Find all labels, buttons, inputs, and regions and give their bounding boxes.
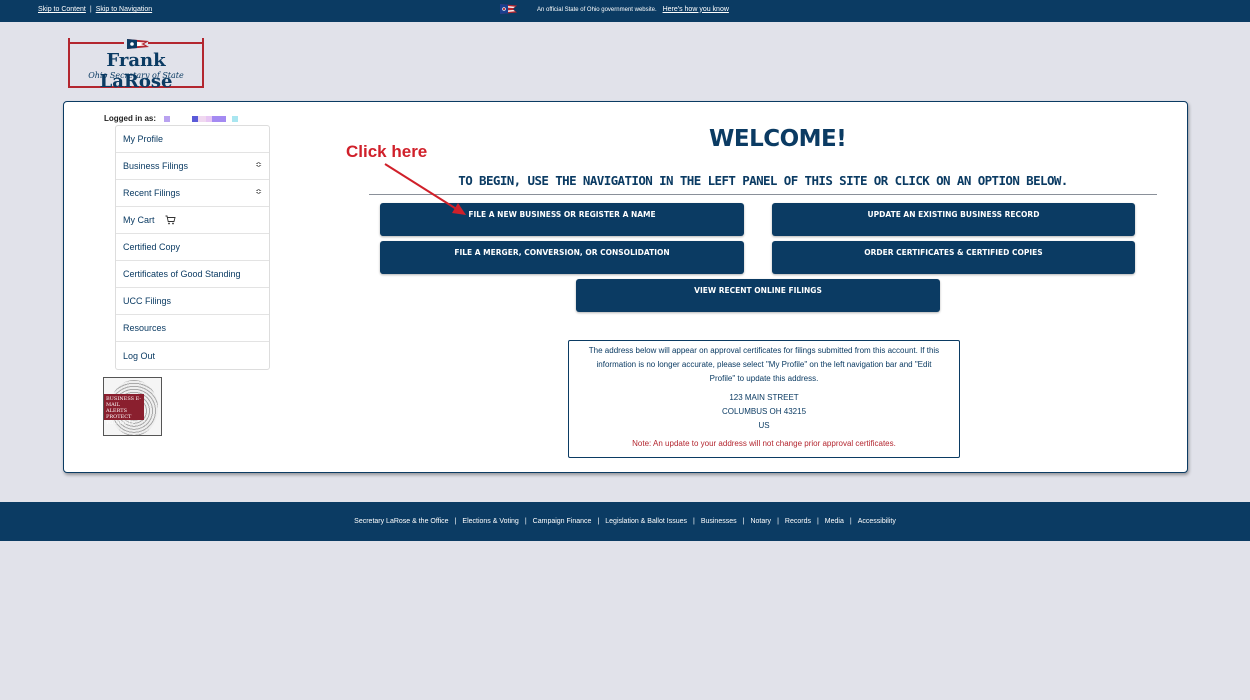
logo-border-line (68, 42, 124, 44)
address-street: 123 MAIN STREET (729, 393, 799, 402)
sidebar-nav: My Profile Business Filings ≎ Recent Fil… (115, 125, 270, 370)
sidebar-item-label: Certificates of Good Standing (123, 269, 241, 279)
button-label: FILE A MERGER, CONVERSION, OR CONSOLIDAT… (454, 248, 670, 257)
logo-border-line (148, 42, 204, 44)
sidebar-item-label: My Profile (123, 134, 164, 144)
sidebar-item-my-profile[interactable]: My Profile (116, 126, 269, 153)
footer-link-media[interactable]: Media (819, 518, 850, 525)
alerts-banner-text: BUSINESS E-MAIL ALERTS PROTECT YOURSELF (104, 394, 144, 426)
sidebar-item-label: Recent Filings (123, 188, 181, 198)
address-note: Note: An update to your address will not… (632, 439, 896, 448)
ohio-flag-icon (500, 4, 517, 14)
button-label: VIEW RECENT ONLINE FILINGS (694, 286, 822, 295)
order-certificates-button[interactable]: ORDER CERTIFICATES & CERTIFIED COPIES (772, 241, 1135, 274)
footer-link-campaign-finance[interactable]: Campaign Finance (527, 518, 598, 525)
expand-chevron-icon: ≎ (255, 187, 262, 196)
footer-link-notary[interactable]: Notary (744, 518, 777, 525)
sidebar-item-log-out[interactable]: Log Out (116, 342, 269, 369)
footer-link-legislation[interactable]: Legislation & Ballot Issues (599, 518, 693, 525)
sidebar-item-certified-copy[interactable]: Certified Copy (116, 234, 269, 261)
heres-how-you-know-link[interactable]: Here's how you know (663, 6, 729, 13)
footer-link-records[interactable]: Records (779, 518, 817, 525)
sidebar-item-label: Business Filings (123, 161, 189, 171)
footer: Secretary LaRose & the Office | Election… (0, 502, 1250, 541)
skip-separator: | (89, 6, 92, 13)
footer-links: Secretary LaRose & the Office | Election… (348, 518, 902, 525)
sidebar-item-label: Resources (123, 323, 167, 333)
redacted-username (164, 115, 238, 122)
official-text: An official State of Ohio government web… (537, 6, 657, 13)
update-business-record-button[interactable]: UPDATE AN EXISTING BUSINESS RECORD (772, 203, 1135, 236)
sidebar-item-recent-filings[interactable]: Recent Filings ≎ (116, 180, 269, 207)
secretary-of-state-logo[interactable]: Frank LaRose Ohio Secretary of State (68, 38, 204, 92)
skip-to-content-link[interactable]: Skip to Content (38, 6, 86, 13)
business-email-alerts-banner[interactable]: BUSINESS E-MAIL ALERTS PROTECT YOURSELF (103, 377, 162, 436)
button-label: FILE A NEW BUSINESS OR REGISTER A NAME (468, 210, 656, 219)
top-banner: Skip to Content | Skip to Navigation An … (0, 0, 1250, 22)
divider (369, 194, 1157, 195)
sidebar-item-label: Certified Copy (123, 242, 181, 252)
logged-in-label: Logged in as: (104, 114, 156, 123)
file-merger-button[interactable]: FILE A MERGER, CONVERSION, OR CONSOLIDAT… (380, 241, 744, 274)
sidebar-item-business-filings[interactable]: Business Filings ≎ (116, 153, 269, 180)
click-here-annotation: Click here (346, 142, 428, 161)
footer-link-businesses[interactable]: Businesses (695, 518, 743, 525)
expand-chevron-icon: ≎ (255, 160, 262, 169)
button-label: UPDATE AN EXISTING BUSINESS RECORD (867, 210, 1040, 219)
sidebar-item-resources[interactable]: Resources (116, 315, 269, 342)
annotation-arrow-icon (384, 163, 466, 215)
sidebar-item-label: Log Out (123, 350, 156, 361)
skip-links: Skip to Content | Skip to Navigation (38, 6, 152, 13)
sidebar-item-label: UCC Filings (123, 296, 172, 306)
instructions-heading: TO BEGIN, USE THE NAVIGATION IN THE LEFT… (458, 173, 1068, 188)
address-country: US (758, 421, 770, 430)
sidebar-item-ucc-filings[interactable]: UCC Filings (116, 288, 269, 315)
official-notice: An official State of Ohio government web… (500, 4, 729, 14)
view-recent-filings-button[interactable]: VIEW RECENT ONLINE FILINGS (576, 279, 940, 312)
footer-link-elections[interactable]: Elections & Voting (456, 518, 524, 525)
logo-subtitle: Ohio Secretary of State (88, 71, 184, 80)
main-panel: Logged in as: My Profile Business Filing… (63, 101, 1188, 473)
address-info-message: The address below will appear on approva… (588, 346, 940, 383)
certificate-address-box: The address below will appear on approva… (568, 340, 960, 458)
welcome-heading: WELCOME! (709, 126, 847, 152)
footer-link-office[interactable]: Secretary LaRose & the Office (348, 518, 454, 525)
logged-in-indicator: Logged in as: (104, 114, 238, 123)
cart-icon (165, 215, 176, 225)
address-city: COLUMBUS OH 43215 (721, 407, 807, 416)
address-block: 123 MAIN STREET COLUMBUS OH 43215 US (569, 391, 959, 433)
sidebar-item-label: My Cart (123, 215, 155, 225)
ohio-burgee-icon (127, 39, 149, 49)
button-label: ORDER CERTIFICATES & CERTIFIED COPIES (864, 248, 1043, 257)
skip-to-navigation-link[interactable]: Skip to Navigation (96, 6, 152, 13)
sidebar-item-my-cart[interactable]: My Cart (116, 207, 269, 234)
footer-link-accessibility[interactable]: Accessibility (852, 518, 902, 525)
sidebar-item-certificates-good-standing[interactable]: Certificates of Good Standing (116, 261, 269, 288)
